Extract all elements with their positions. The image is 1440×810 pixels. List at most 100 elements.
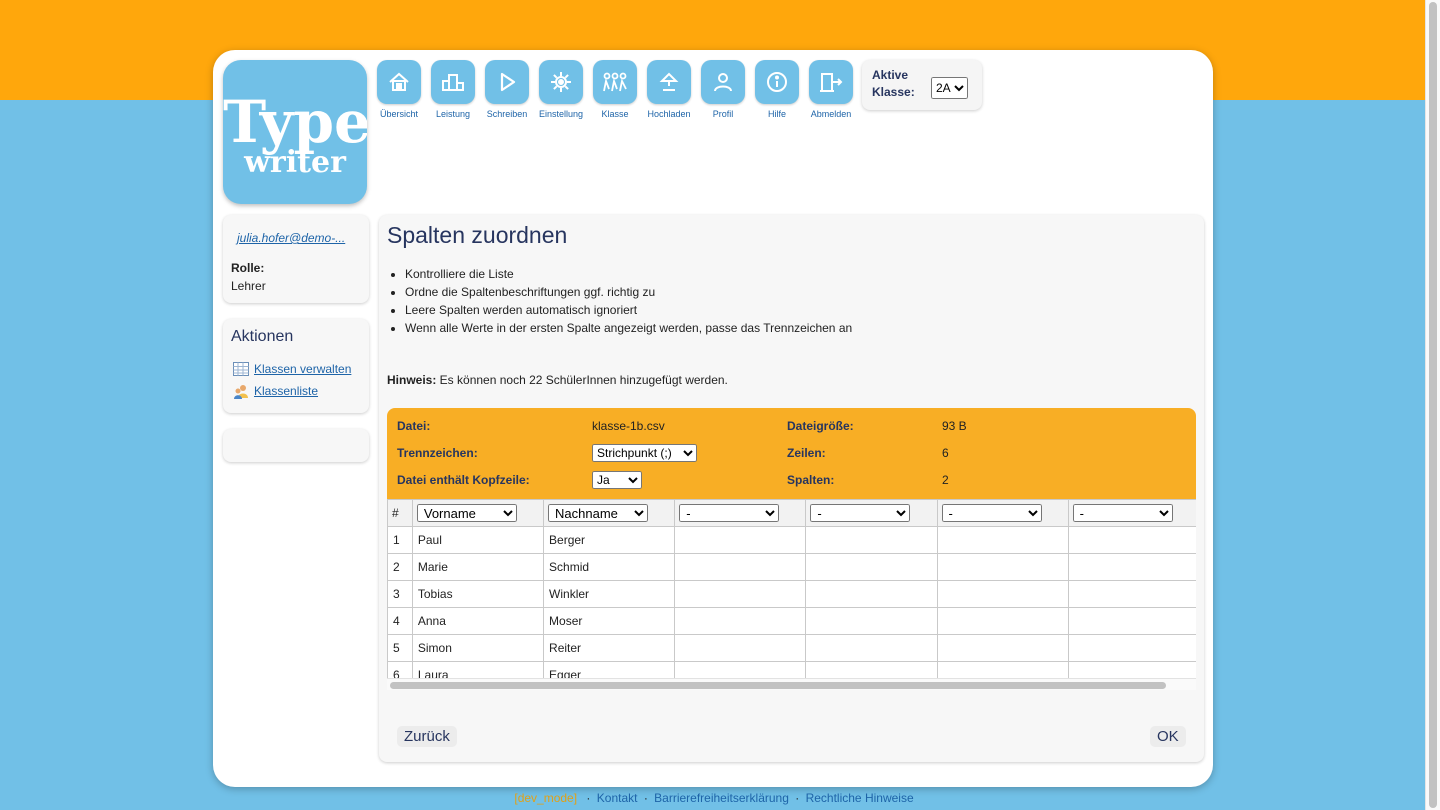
header-row-select[interactable]: Ja	[592, 471, 642, 489]
cell-last-name: Reiter	[543, 634, 676, 662]
action-klassenliste[interactable]: Klassenliste	[233, 384, 318, 399]
back-button[interactable]: Zurück	[397, 726, 457, 747]
action-label[interactable]: Klassen verwalten	[254, 362, 351, 376]
nav-uebersicht[interactable]: Übersicht	[376, 60, 422, 119]
footer-separator: ·	[795, 791, 800, 805]
empty-cell	[936, 526, 1069, 554]
ok-button[interactable]: OK	[1150, 726, 1186, 747]
upload-icon	[647, 60, 691, 104]
nav-hilfe[interactable]: Hilfe	[754, 60, 800, 119]
column-mapping: -	[805, 499, 938, 527]
person-icon	[701, 60, 745, 104]
nav-klasse[interactable]: Klasse	[592, 60, 638, 119]
empty-cell	[936, 580, 1069, 608]
cell-first-name: Anna	[411, 607, 545, 635]
empty-cell	[674, 580, 807, 608]
empty-side-box	[223, 429, 369, 462]
action-klassen-verwalten[interactable]: Klassen verwalten	[233, 362, 351, 376]
dev-mode-tag: [dev_mode]	[514, 791, 578, 805]
cell-last-name: Schmid	[543, 553, 676, 581]
hint-text: Hinweis: Es können noch 22 SchülerInnen …	[387, 373, 728, 387]
column-select[interactable]: -	[1072, 504, 1173, 522]
empty-cell	[1067, 607, 1196, 635]
instruction-item: Leere Spalten werden automatisch ignorie…	[405, 301, 852, 319]
footer-link-kontakt[interactable]: Kontakt	[597, 791, 638, 805]
column-select[interactable]: -	[679, 504, 780, 522]
info-icon	[755, 60, 799, 104]
hint-label: Hinweis:	[387, 373, 437, 387]
data-table-scroll[interactable]: # Vorname Nachname - - - - - 1 Paul Berg…	[387, 499, 1196, 690]
empty-cell	[674, 634, 807, 662]
cell-last-name: Moser	[543, 607, 676, 635]
empty-cell	[1067, 526, 1196, 554]
table-horizontal-scrollbar[interactable]	[387, 678, 1196, 690]
page-title: Spalten zuordnen	[387, 222, 568, 248]
footer-link-barrierefreiheit[interactable]: Barrierefreiheitserklärung	[654, 791, 789, 805]
column-select[interactable]: -	[810, 504, 911, 522]
empty-cell	[674, 553, 807, 581]
file-info-box: Datei: klasse-1b.csv Dateigröße: 93 B Tr…	[387, 408, 1196, 690]
house-icon	[377, 60, 421, 104]
empty-cell	[936, 634, 1069, 662]
instruction-item: Ordne die Spaltenbeschriftungen ggf. ric…	[405, 283, 852, 301]
empty-cell	[674, 526, 807, 554]
footer: [dev_mode] · Kontakt · Barrierefreiheits…	[0, 791, 1425, 805]
role-label: Rolle:	[231, 261, 265, 275]
column-select[interactable]: -	[941, 504, 1042, 522]
header-row-label: Datei enthält Kopfzeile:	[397, 473, 530, 487]
main-panel: Spalten zuordnen Kontrolliere die Liste …	[379, 215, 1204, 762]
typewriter-logo[interactable]: Type writer	[223, 60, 367, 204]
table-icon	[233, 362, 249, 376]
nav-einstellung[interactable]: Einstellung	[538, 60, 584, 119]
column-mapping: Vorname	[411, 499, 545, 527]
empty-cell	[805, 607, 938, 635]
instruction-list: Kontrolliere die Liste Ordne die Spalten…	[387, 265, 852, 337]
nav-label: Übersicht	[379, 109, 418, 119]
cell-last-name: Winkler	[543, 580, 676, 608]
nav-label: Hochladen	[647, 109, 691, 119]
exit-door-icon	[809, 60, 853, 104]
nav-schreiben[interactable]: Schreiben	[484, 60, 530, 119]
column-select[interactable]: Vorname	[416, 504, 517, 522]
empty-cell	[805, 526, 938, 554]
nav-label: Abmelden	[810, 109, 852, 119]
active-class-select[interactable]: 2A	[931, 77, 968, 99]
empty-cell	[805, 634, 938, 662]
hint-body: Es können noch 22 SchülerInnen hinzugefü…	[436, 373, 728, 387]
empty-cell	[936, 553, 1069, 581]
file-value: klasse-1b.csv	[592, 419, 665, 433]
page-scrollbar[interactable]	[1425, 0, 1440, 810]
columns-value: 2	[942, 473, 949, 487]
rows-label: Zeilen:	[787, 446, 826, 460]
table-row: 1 Paul Berger	[387, 526, 1196, 554]
column-mapping: Nachname	[543, 499, 676, 527]
user-email-link[interactable]: julia.hofer@demo-...	[237, 231, 345, 245]
file-label: Datei:	[397, 419, 431, 433]
row-number: 2	[387, 553, 413, 581]
active-class-label: Aktive Klasse:	[872, 68, 915, 99]
instruction-item: Kontrolliere die Liste	[405, 265, 852, 283]
instruction-item: Wenn alle Werte in der ersten Spalte ang…	[405, 319, 852, 337]
nav-label: Profil	[712, 109, 734, 119]
table-scrollbar-thumb[interactable]	[390, 682, 1166, 689]
page-scrollbar-thumb[interactable]	[1429, 2, 1437, 808]
nav-abmelden[interactable]: Abmelden	[808, 60, 854, 119]
nav-label: Einstellung	[538, 109, 584, 119]
nav-profil[interactable]: Profil	[700, 60, 746, 119]
cell-first-name: Simon	[411, 634, 545, 662]
size-value: 93 B	[942, 419, 967, 433]
column-hash: #	[387, 499, 413, 527]
column-mapping: -	[936, 499, 1069, 527]
separator-label: Trennzeichen:	[397, 446, 478, 460]
nav-label: Hilfe	[767, 109, 786, 119]
empty-cell	[674, 607, 807, 635]
separator-select[interactable]: Strichpunkt (;)	[592, 444, 697, 462]
footer-link-rechtliches[interactable]: Rechtliche Hinweise	[806, 791, 914, 805]
column-select[interactable]: Nachname	[548, 504, 649, 522]
nav-leistung[interactable]: Leistung	[430, 60, 476, 119]
empty-cell	[805, 580, 938, 608]
action-label[interactable]: Klassenliste	[254, 384, 318, 398]
group-icon	[593, 60, 637, 104]
nav-hochladen[interactable]: Hochladen	[646, 60, 692, 119]
user-box: julia.hofer@demo-... Rolle: Lehrer	[223, 215, 369, 303]
